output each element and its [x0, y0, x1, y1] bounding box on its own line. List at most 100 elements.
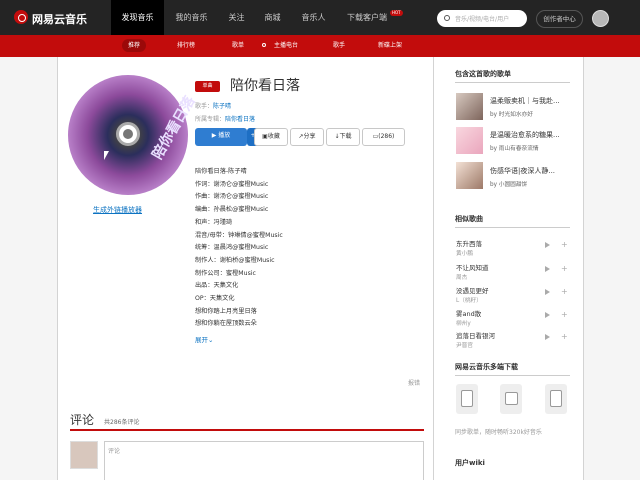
user-avatar[interactable] [592, 10, 609, 27]
windows-icon [505, 392, 518, 405]
comment-user-avatar [70, 441, 98, 469]
similar-song-name[interactable]: 不让风知道 [456, 262, 489, 272]
comments-count: 共286条评论 [104, 419, 140, 426]
comment-placeholder: 评论 [108, 448, 121, 455]
song-title: 陪你看日落 [230, 78, 300, 94]
similar-song-name[interactable]: 追落日看银河 [456, 330, 495, 340]
playlist-author-prefix: by [490, 182, 497, 188]
lyrics-line: 混音/母带：钟琳倩@蜜橙Music [195, 231, 283, 239]
nav-mall[interactable]: 商城 [254, 0, 291, 35]
subnav-recommend[interactable]: 推荐 [122, 39, 147, 52]
android-download-button[interactable] [545, 384, 567, 414]
lyrics-block: 陪你看日落-陈子晴 作词：谢汤仑@蜜橙Music 作曲：谢汤仑@蜜橙Music … [195, 166, 283, 331]
album-line: 所属专辑：陪你看日落 [195, 114, 255, 123]
pc-download-button[interactable] [500, 384, 522, 414]
lyrics-line: 想和你躺在屋顶数云朵 [195, 320, 257, 328]
singer-line: 歌手：陈子晴 [195, 101, 231, 110]
playlist-author-name[interactable]: 小圆圆甜饼 [499, 182, 527, 188]
lyrics-line: 统筹：温晨鸿@蜜橙Music [195, 244, 269, 252]
expand-link[interactable]: 展开⌄ [195, 334, 213, 344]
playlist-author-name[interactable]: 雨山有春奈流情 [499, 146, 539, 152]
playlists-title: 包含这首歌的歌单 [455, 70, 511, 78]
nav-download-client[interactable]: 下载客户端 [336, 0, 398, 35]
playlist-name[interactable]: 是温暖治愈系的糖果... [490, 130, 560, 140]
disc-spindle-icon [123, 129, 133, 139]
similar-song-artist[interactable]: L（桃籽） [456, 295, 482, 304]
creator-center-button[interactable]: 创作者中心 [536, 10, 583, 28]
add-icon[interactable]: + [561, 333, 568, 341]
playlist-cover[interactable] [456, 127, 483, 154]
play-label: 播放 [218, 132, 231, 139]
subnav-radio[interactable]: 主播电台 [268, 39, 304, 52]
download-label: 下载 [339, 133, 352, 140]
lyrics-line: 作词：谢汤仑@蜜橙Music [195, 180, 269, 188]
apple-icon [461, 390, 473, 407]
play-icon[interactable] [545, 334, 550, 340]
subnav-ranking[interactable]: 排行榜 [171, 39, 201, 52]
lyrics-line: 制作公司：蜜橙Music [195, 269, 256, 277]
singer-link[interactable]: 陈子晴 [213, 103, 231, 110]
similar-song-artist[interactable]: 柳州y [456, 318, 471, 327]
lyrics-line: 想和你踏上月亮里日落 [195, 307, 257, 315]
playlist-author: by 时光如水亦好 [490, 109, 533, 118]
lyrics-line: 出品：天集文化 [195, 282, 239, 290]
play-icon[interactable] [545, 312, 550, 318]
ios-download-button[interactable] [456, 384, 478, 414]
download-divider [455, 375, 570, 376]
similar-song-artist[interactable]: 黄小鹏 [456, 248, 473, 257]
report-error-link[interactable]: 报错 [408, 378, 420, 387]
sub-navigation-bar: 推荐 排行榜 歌单 主播电台 歌手 新碟上架 [0, 35, 640, 57]
singer-label: 歌手： [195, 103, 214, 110]
similar-songs-divider [455, 227, 570, 228]
subnav-new-albums[interactable]: 新碟上架 [372, 39, 408, 52]
playlist-name[interactable]: 温柔贩卖机｜与我赴... [490, 96, 560, 106]
similar-song-name[interactable]: 没遇见更好 [456, 285, 489, 295]
similar-song-artist[interactable]: 尹晋官 [456, 340, 473, 349]
subnav-artists[interactable]: 歌手 [327, 39, 351, 52]
play-icon[interactable] [545, 266, 550, 272]
generate-player-link[interactable]: 生成外链播放器 [93, 205, 142, 215]
comments-divider [70, 429, 424, 431]
comment-textarea[interactable] [104, 441, 424, 480]
similar-song-name[interactable]: 东升西落 [456, 238, 482, 248]
playlist-cover[interactable] [456, 93, 483, 120]
playlist-author-name[interactable]: 时光如水亦好 [499, 112, 533, 118]
download-button[interactable]: ↓下载 [326, 128, 360, 146]
collect-label: 收藏 [267, 133, 280, 140]
netease-music-logo-icon[interactable] [14, 10, 28, 24]
chevron-down-icon: ⌄ [208, 336, 214, 344]
search-input[interactable]: 音乐/视频/电台/用户 [455, 14, 509, 23]
playlist-author-prefix: by [490, 146, 497, 152]
play-button[interactable]: ▶ 播放 [195, 128, 247, 146]
play-icon[interactable] [545, 289, 550, 295]
playlists-divider [455, 82, 570, 83]
play-icon[interactable] [545, 242, 550, 248]
album-label: 所属专辑： [195, 116, 226, 123]
similar-song-artist[interactable]: 周杰 [456, 272, 467, 281]
search-icon [444, 15, 450, 21]
add-icon[interactable]: + [561, 311, 568, 319]
android-icon [550, 390, 562, 407]
mouse-cursor-icon [104, 151, 109, 160]
comment-button[interactable]: ▭(286) [362, 128, 405, 146]
album-link[interactable]: 陪你看日落 [225, 116, 255, 123]
playlist-name[interactable]: 伤感华语|夜深人静... [490, 166, 555, 176]
lyrics-line: 作曲：谢汤仑@蜜橙Music [195, 193, 269, 201]
search-box[interactable]: 音乐/视频/电台/用户 [437, 10, 527, 27]
share-button[interactable]: ↗分享 [290, 128, 324, 146]
comments-title: 评论 [70, 413, 95, 427]
playlist-cover[interactable] [456, 162, 483, 189]
playlist-author-prefix: by [490, 112, 497, 118]
add-icon[interactable]: + [561, 265, 568, 273]
collect-button[interactable]: ▣收藏 [254, 128, 288, 146]
nav-my-music[interactable]: 我的音乐 [164, 0, 219, 35]
add-icon[interactable]: + [561, 288, 568, 296]
app-logo-text[interactable]: 网易云音乐 [32, 11, 87, 27]
subnav-playlists[interactable]: 歌单 [226, 39, 250, 52]
nav-discover-music[interactable]: 发现音乐 [111, 0, 164, 35]
lyrics-line: 和声：冯瑾琦 [195, 218, 233, 226]
similar-song-name[interactable]: 雾and散 [456, 308, 481, 318]
nav-follow[interactable]: 关注 [219, 0, 254, 35]
add-icon[interactable]: + [561, 241, 568, 249]
nav-musician[interactable]: 音乐人 [291, 0, 336, 35]
